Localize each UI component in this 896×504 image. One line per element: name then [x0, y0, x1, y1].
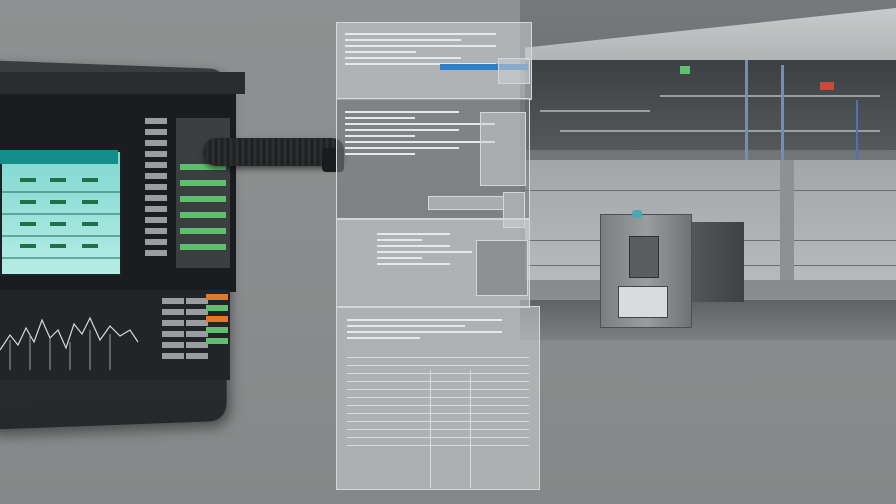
waveform-header: [0, 150, 118, 164]
indicator-column: [206, 294, 228, 349]
rack-rail: [540, 110, 650, 112]
overlay-table: [336, 306, 540, 490]
indicator-bar: [180, 196, 226, 202]
table-column-divider: [430, 370, 431, 488]
overlay-preview: [476, 240, 528, 296]
control-rack-band: [525, 60, 896, 150]
vertical-pipe: [745, 60, 748, 160]
monitor-button-column: [145, 118, 167, 261]
support-column: [780, 160, 794, 280]
cabinet-control-panel: [629, 236, 659, 278]
overlay-strip: [428, 196, 504, 210]
cabinet-motor: [686, 222, 744, 302]
indicator-bar: [180, 212, 226, 218]
table-column-divider: [470, 370, 471, 488]
lower-button-column: [186, 298, 208, 364]
cabinet-indicator: [632, 210, 642, 218]
overlay-side-box: [480, 112, 526, 186]
rack-rail: [560, 130, 880, 132]
lower-button-column: [162, 298, 184, 364]
status-light-red: [820, 82, 834, 90]
monitor-header-bar: [0, 72, 245, 94]
floor-line: [525, 190, 896, 191]
indicator-bar: [180, 244, 226, 250]
ground: [520, 300, 896, 340]
waveform-grid: [2, 178, 120, 259]
table-rows: [347, 357, 529, 446]
overlay-thumbnail: [498, 58, 530, 84]
signal-plot: [0, 316, 139, 370]
cabinet-display: [618, 286, 668, 318]
indicator-bar: [180, 180, 226, 186]
vertical-pipe: [781, 65, 784, 160]
rack-rail: [660, 95, 880, 97]
status-light-green: [680, 66, 690, 74]
indicator-bar: [180, 228, 226, 234]
waveform-display: [0, 150, 122, 276]
table-body: [337, 307, 539, 461]
